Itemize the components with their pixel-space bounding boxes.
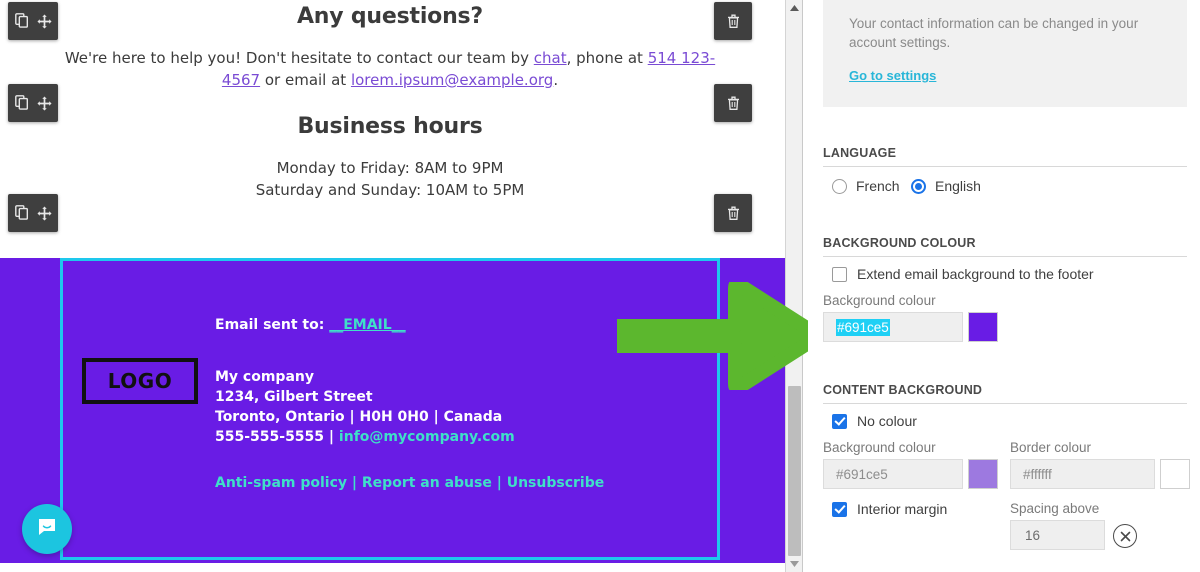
email-link[interactable]: lorem.ipsum@example.org (351, 71, 553, 89)
block-toolbar-left[interactable] (8, 84, 58, 122)
settings-panel[interactable]: Your contact information can be changed … (808, 0, 1200, 572)
radio-french[interactable] (832, 178, 847, 194)
move-icon[interactable] (36, 13, 52, 29)
company-name: My company (215, 369, 314, 385)
background-colour-value: #691ce5 (836, 318, 890, 336)
company-phone: 555-555-5555 (215, 429, 325, 445)
block-delete-button[interactable] (714, 194, 752, 232)
paragraph-part-3: or email at (260, 71, 351, 89)
email-footer-block[interactable]: Email sent to: __EMAIL__ My company 1234… (0, 258, 785, 563)
border-colour-input[interactable]: #ffffff (1010, 459, 1155, 489)
background-colour-field-label: Background colour (823, 293, 936, 308)
spacing-above-input[interactable]: 16 (1010, 520, 1105, 550)
link-separator-2: | (491, 475, 507, 491)
trash-icon[interactable] (727, 96, 740, 111)
block-heading: Any questions? (296, 4, 483, 29)
content-background-colour-value: #691ce5 (836, 466, 888, 482)
email-sent-label: Email sent to: (215, 317, 330, 333)
unsubscribe-link[interactable]: Unsubscribe (507, 475, 605, 491)
block-toolbar-left[interactable] (8, 194, 58, 232)
extend-background-checkbox-row[interactable]: Extend email background to the footer (832, 266, 1094, 282)
duplicate-icon[interactable] (14, 205, 30, 221)
anti-spam-policy-link[interactable]: Anti-spam policy (215, 475, 347, 491)
logo-placeholder[interactable]: LOGO (82, 358, 198, 404)
radio-english[interactable] (911, 178, 926, 194)
company-city-line: Toronto, Ontario | H0H 0H0 | Canada (215, 409, 503, 425)
move-icon[interactable] (36, 205, 52, 221)
company-email[interactable]: info@mycompany.com (339, 429, 515, 445)
email-block-business-hours[interactable]: Business hours Monday to Friday: 8AM to … (60, 110, 720, 210)
chat-link[interactable]: chat (534, 49, 567, 67)
report-abuse-link[interactable]: Report an abuse (362, 475, 492, 491)
go-to-settings-link[interactable]: Go to settings (849, 68, 936, 83)
block-delete-button[interactable] (714, 2, 752, 40)
company-street: 1234, Gilbert Street (215, 389, 373, 405)
link-separator-1: | (347, 475, 362, 491)
company-address: My company 1234, Gilbert Street Toronto,… (215, 367, 604, 447)
email-token: __EMAIL__ (329, 317, 406, 333)
paragraph-part-2: , phone at (566, 49, 648, 67)
footer-selection-outline[interactable]: Email sent to: __EMAIL__ My company 1234… (60, 258, 720, 560)
spacing-above-label: Spacing above (1010, 501, 1100, 516)
checkbox-extend-background[interactable] (832, 266, 847, 282)
content-background-colour-input[interactable]: #691ce5 (823, 459, 963, 489)
footer-content: Email sent to: __EMAIL__ My company 1234… (215, 317, 604, 491)
checkbox-interior-margin[interactable] (832, 501, 847, 517)
border-colour-label: Border colour (1010, 440, 1092, 455)
email-sent-to-line: Email sent to: __EMAIL__ (215, 317, 604, 333)
no-colour-label: No colour (857, 413, 917, 429)
background-colour-swatch[interactable] (968, 312, 998, 342)
section-title-content-background: CONTENT BACKGROUND (823, 383, 1187, 404)
background-colour-input[interactable]: #691ce5 (823, 312, 963, 342)
spacing-above-value: 16 (1025, 527, 1041, 543)
no-colour-checkbox-row[interactable]: No colour (832, 413, 917, 429)
border-colour-swatch[interactable] (1160, 459, 1190, 489)
trash-icon[interactable] (727, 206, 740, 221)
chat-bubble-icon (35, 515, 59, 544)
business-hours-line-2: Saturday and Sunday: 10AM to 5PM (255, 181, 525, 199)
language-option-french[interactable]: French (832, 178, 900, 194)
block-delete-button[interactable] (714, 84, 752, 122)
logo-text: LOGO (107, 369, 173, 393)
interior-margin-checkbox-row[interactable]: Interior margin (832, 501, 947, 517)
trash-icon[interactable] (727, 14, 740, 29)
extend-background-label: Extend email background to the footer (857, 266, 1094, 282)
email-preview-canvas[interactable]: Any questions? We're here to help you! D… (0, 0, 785, 572)
scrollbar-thumb[interactable] (788, 386, 801, 556)
section-title-language: LANGUAGE (823, 146, 1187, 167)
duplicate-icon[interactable] (14, 13, 30, 29)
contact-info-note-card: Your contact information can be changed … (823, 0, 1187, 107)
block-toolbar-left[interactable] (8, 2, 58, 40)
language-label-english: English (935, 178, 981, 194)
border-colour-value: #ffffff (1023, 466, 1052, 482)
footer-links: Anti-spam policy | Report an abuse | Uns… (215, 475, 604, 491)
block-heading: Business hours (297, 114, 483, 139)
language-option-english[interactable]: English (911, 178, 981, 194)
clear-circle-icon[interactable] (1113, 524, 1137, 548)
section-title-background-colour: BACKGROUND COLOUR (823, 236, 1187, 257)
scroll-up-icon[interactable] (786, 0, 803, 16)
duplicate-icon[interactable] (14, 95, 30, 111)
checkbox-no-colour[interactable] (832, 413, 847, 429)
contact-info-note-text: Your contact information can be changed … (849, 16, 1139, 50)
paragraph-part-1: We're here to help you! Don't hesitate t… (64, 49, 534, 67)
interior-margin-label: Interior margin (857, 501, 948, 517)
language-label-french: French (856, 178, 900, 194)
block-paragraph: We're here to help you! Don't hesitate t… (60, 47, 720, 91)
scroll-down-icon[interactable] (786, 556, 803, 572)
content-background-colour-label: Background colour (823, 440, 936, 455)
preview-scrollbar[interactable] (785, 0, 803, 572)
paragraph-part-4: . (553, 71, 559, 89)
email-block-questions[interactable]: Any questions? We're here to help you! D… (60, 0, 720, 98)
business-hours-line-1: Monday to Friday: 8AM to 9PM (276, 159, 504, 177)
move-icon[interactable] (36, 95, 52, 111)
content-background-colour-swatch[interactable] (968, 459, 998, 489)
chat-widget-button[interactable] (22, 504, 72, 554)
phone-email-separator: | (324, 429, 339, 445)
